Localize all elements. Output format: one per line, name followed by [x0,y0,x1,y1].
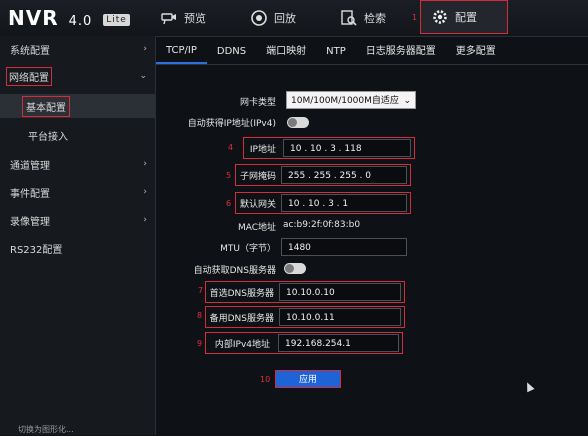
annotation-tag: 1 [412,13,418,22]
mtu-input[interactable]: 1480 [281,238,407,256]
mac-label: MAC地址 [237,223,276,233]
inner-ipv4-input[interactable]: 192.168.254.1 [278,334,399,352]
chevron-right-icon: › [143,187,147,197]
nic-type-select[interactable]: 10M/100M/1000M自适应 ⌄ [286,91,416,109]
auto-dns-toggle[interactable] [284,263,306,274]
tab-more[interactable]: 更多配置 [446,41,506,63]
sidebar-item-label: 录像管理 [10,216,50,228]
tab-log-server[interactable]: 日志服务器配置 [356,41,446,63]
primary-dns-input[interactable]: 10.10.0.10 [279,283,401,301]
sidebar-item-label: 通道管理 [10,160,50,172]
subnet-mask-label: 子网掩码 [239,172,276,182]
sidebar-item-channel[interactable]: 通道管理 › [0,153,155,175]
gateway-input[interactable]: 10 . 10 . 3 . 1 [281,194,407,212]
search-document-icon [341,10,357,26]
nav-preview[interactable]: 预览 [160,0,206,36]
annotation-tag: 9 [197,339,203,348]
annotation-tag: 4 [228,143,234,152]
secondary-dns-label: 备用DNS服务器 [209,314,274,324]
switch-mode-link[interactable]: 切换为图形化... [0,422,155,436]
primary-dns-label: 首选DNS服务器 [209,289,274,299]
subnet-mask-input[interactable]: 255 . 255 . 255 . 0 [281,166,407,184]
sidebar-item-network[interactable]: 网络配置 ⌄ [0,65,155,87]
mtu-label: MTU（字节） [220,244,276,254]
nav-search-label: 检索 [364,12,386,25]
sidebar-item-event[interactable]: 事件配置 › [0,181,155,203]
sidebar-item-system[interactable]: 系统配置 › [0,38,155,60]
annotation-tag: 7 [198,286,204,295]
sidebar-item-record[interactable]: 录像管理 › [0,209,155,231]
nic-type-value: 10M/100M/1000M自适应 [291,96,399,106]
top-bar: NVR 4.0 Lite 预览 回放 检索 1 配置 [0,0,588,37]
gateway-label: 默认网关 [239,200,276,210]
sidebar-item-label: 平台接入 [28,131,68,143]
annotation-tag: 5 [226,171,232,180]
mac-value: ac:b9:2f:0f:83:b0 [283,220,361,230]
gear-icon [433,10,447,24]
chevron-down-icon: ⌄ [403,96,411,106]
tab-ntp[interactable]: NTP [316,41,356,63]
nav-preview-label: 预览 [184,12,206,25]
tab-ddns[interactable]: DDNS [207,41,256,63]
sidebar-item-rs232[interactable]: RS232配置 [0,237,155,259]
sidebar-item-label: 事件配置 [10,188,50,200]
camera-icon [161,13,176,25]
sidebar-item-platform[interactable]: 平台接入 [0,124,155,146]
version-text: 4.0 [68,14,93,29]
sidebar-item-label: 系统配置 [10,45,50,57]
app-logo: NVR 4.0 Lite [8,6,130,30]
logo-text: NVR [8,6,59,30]
dhcp-toggle[interactable] [287,117,309,128]
secondary-dns-input[interactable]: 10.10.0.11 [279,308,401,326]
ip-address-label: IP地址 [249,145,276,155]
sidebar-item-basic-config[interactable]: 基本配置 [0,94,155,118]
switch-mode-label: 切换为图形化... [18,424,74,434]
chevron-right-icon: › [143,44,147,54]
tab-port-mapping[interactable]: 端口映射 [256,41,316,63]
nav-config[interactable]: 配置 [420,0,508,34]
annotation-tag: 10 [260,375,271,384]
ip-address-input[interactable]: 10 . 10 . 3 . 118 [283,139,411,157]
sidebar-item-label: RS232配置 [10,244,63,256]
apply-button[interactable]: 应用 [275,370,341,388]
chevron-right-icon: › [143,215,147,225]
sidebar-item-label: 基本配置 [22,95,70,117]
nav-playback[interactable]: 回放 [250,0,296,36]
dhcp-label: 自动获得IP地址(IPv4) [187,119,276,129]
sidebar-item-label: 网络配置 [6,66,52,86]
chevron-down-icon: ⌄ [139,71,147,81]
toggle-knob [285,264,294,273]
inner-ipv4-label: 内部IPv4地址 [214,340,270,350]
nav-config-label: 配置 [455,11,477,24]
mouse-cursor-icon [523,380,535,393]
nic-type-label: 网卡类型 [239,98,276,108]
tab-bar: TCP/IP DDNS 端口映射 NTP 日志服务器配置 更多配置 [156,40,588,65]
nav-playback-label: 回放 [274,12,296,25]
auto-dns-label: 自动获取DNS服务器 [193,266,276,276]
sidebar: 系统配置 › 网络配置 ⌄ 2 基本配置 平台接入 通道管理 › 事件配置 › … [0,36,156,435]
annotation-tag: 8 [197,311,203,320]
toggle-knob [288,118,297,127]
nav-search[interactable]: 检索 [340,0,386,36]
chevron-right-icon: › [143,159,147,169]
playback-icon [251,10,267,26]
annotation-tag: 6 [226,199,232,208]
tab-tcpip[interactable]: TCP/IP [156,40,207,64]
edition-badge: Lite [103,14,130,26]
